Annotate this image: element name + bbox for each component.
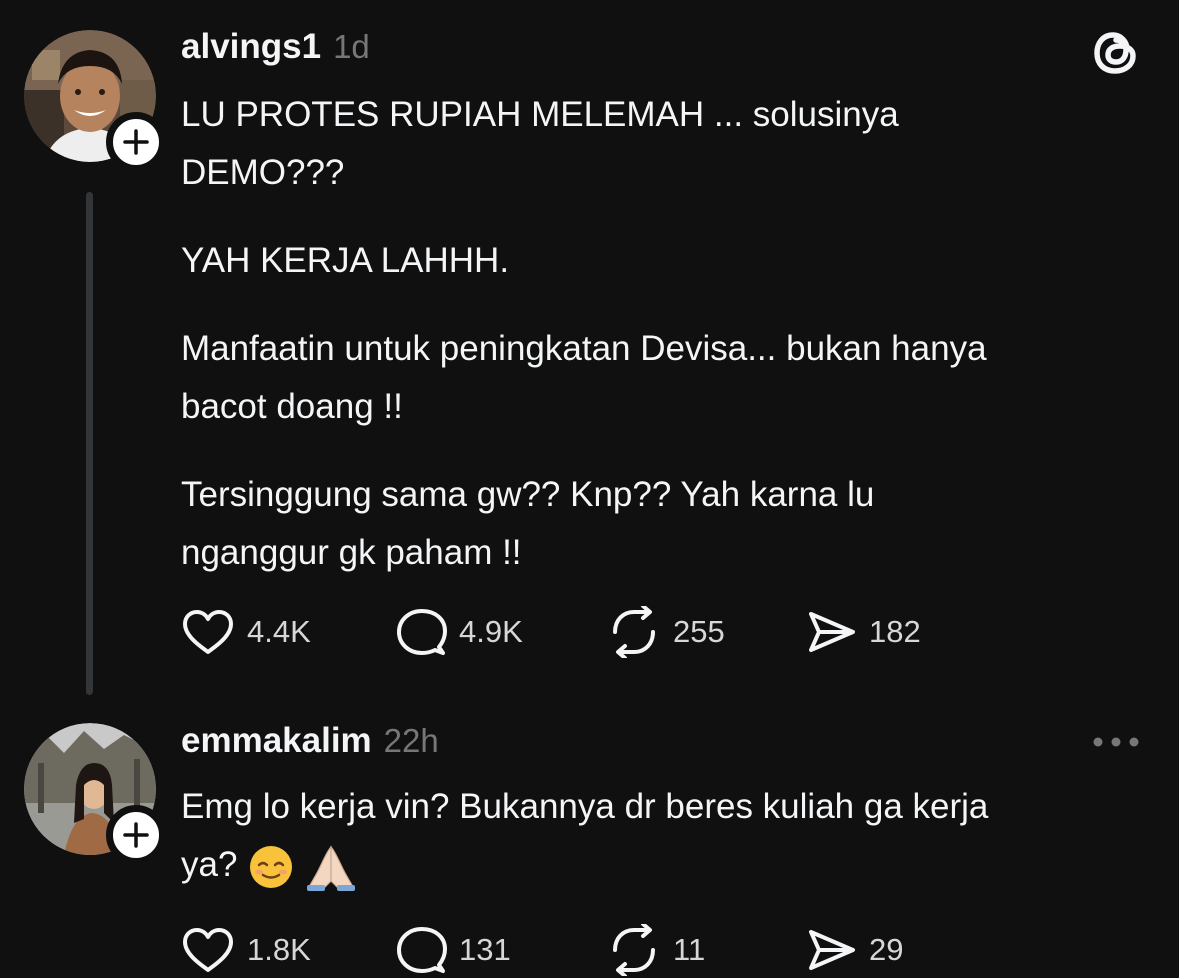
post-text-line: nganggur gk paham !! xyxy=(181,533,522,572)
post-content: alvings1 1d LU PROTES RUPIAH MELEMAH ...… xyxy=(181,20,1141,582)
share-count: 182 xyxy=(869,614,921,649)
post-header: alvings1 1d xyxy=(181,20,1141,74)
thread-connector-line xyxy=(86,192,93,695)
share-button[interactable]: 29 xyxy=(805,922,903,978)
post-text-line: Emg lo kerja vin? Bukannya dr beres kuli… xyxy=(181,787,989,826)
like-button[interactable]: 4.4K xyxy=(181,604,395,660)
comment-icon xyxy=(397,609,447,655)
heart-icon xyxy=(183,610,233,654)
repost-button[interactable]: 11 xyxy=(607,922,805,978)
post-body: Emg lo kerja vin? Bukannya dr beres kuli… xyxy=(181,778,1141,894)
send-icon xyxy=(809,612,855,652)
post-text-line: LU PROTES RUPIAH MELEMAH ... solusinya xyxy=(181,95,899,134)
post-text-line: DEMO??? xyxy=(181,153,345,192)
post-actions: 1.8K 131 11 29 xyxy=(181,922,903,978)
post-body: LU PROTES RUPIAH MELEMAH ... solusinya D… xyxy=(181,86,1141,582)
comment-icon xyxy=(397,927,447,973)
post-text-line: bacot doang !! xyxy=(181,387,403,426)
username[interactable]: alvings1 xyxy=(181,27,321,67)
like-count: 4.4K xyxy=(247,614,311,649)
post-time: 1d xyxy=(333,28,370,65)
post-text-line: YAH KERJA LAHHH. xyxy=(181,241,510,280)
like-button[interactable]: 1.8K xyxy=(181,922,395,978)
plus-icon xyxy=(123,822,149,848)
heart-icon xyxy=(183,928,233,972)
post-text: ya? xyxy=(181,845,238,884)
post-content: emmakalim 22h Emg lo kerja vin? Bukannya… xyxy=(181,714,1141,894)
post-text-line: Tersinggung sama gw?? Knp?? Yah karna lu xyxy=(181,475,875,514)
repost-count: 255 xyxy=(673,614,725,649)
post-emmakalim: emmakalim 22h Emg lo kerja vin? Bukannya… xyxy=(0,700,1179,976)
repost-icon xyxy=(613,924,655,976)
repost-button[interactable]: 255 xyxy=(607,604,805,660)
reply-count: 4.9K xyxy=(459,614,523,649)
post-header: emmakalim 22h xyxy=(181,714,1141,768)
repost-icon xyxy=(613,606,655,658)
follow-button[interactable] xyxy=(106,805,166,865)
follow-button[interactable] xyxy=(106,112,166,172)
share-button[interactable]: 182 xyxy=(805,604,921,660)
avatar-container xyxy=(24,30,166,172)
post-actions: 4.4K 4.9K 255 182 xyxy=(181,604,921,660)
plus-icon xyxy=(123,129,149,155)
post-text-line: Manfaatin untuk peningkatan Devisa... bu… xyxy=(181,329,987,368)
post-alvings1: alvings1 1d LU PROTES RUPIAH MELEMAH ...… xyxy=(0,0,1179,700)
relieved-face-emoji xyxy=(250,845,293,888)
avatar-container xyxy=(24,723,166,865)
post-text-line-with-emoji: ya? xyxy=(181,836,1141,894)
reply-button[interactable]: 131 xyxy=(395,922,607,978)
folded-hands-emoji xyxy=(307,845,356,891)
reply-button[interactable]: 4.9K xyxy=(395,604,607,660)
post-time: 22h xyxy=(383,722,439,759)
username[interactable]: emmakalim xyxy=(181,721,372,761)
send-icon xyxy=(809,930,855,970)
